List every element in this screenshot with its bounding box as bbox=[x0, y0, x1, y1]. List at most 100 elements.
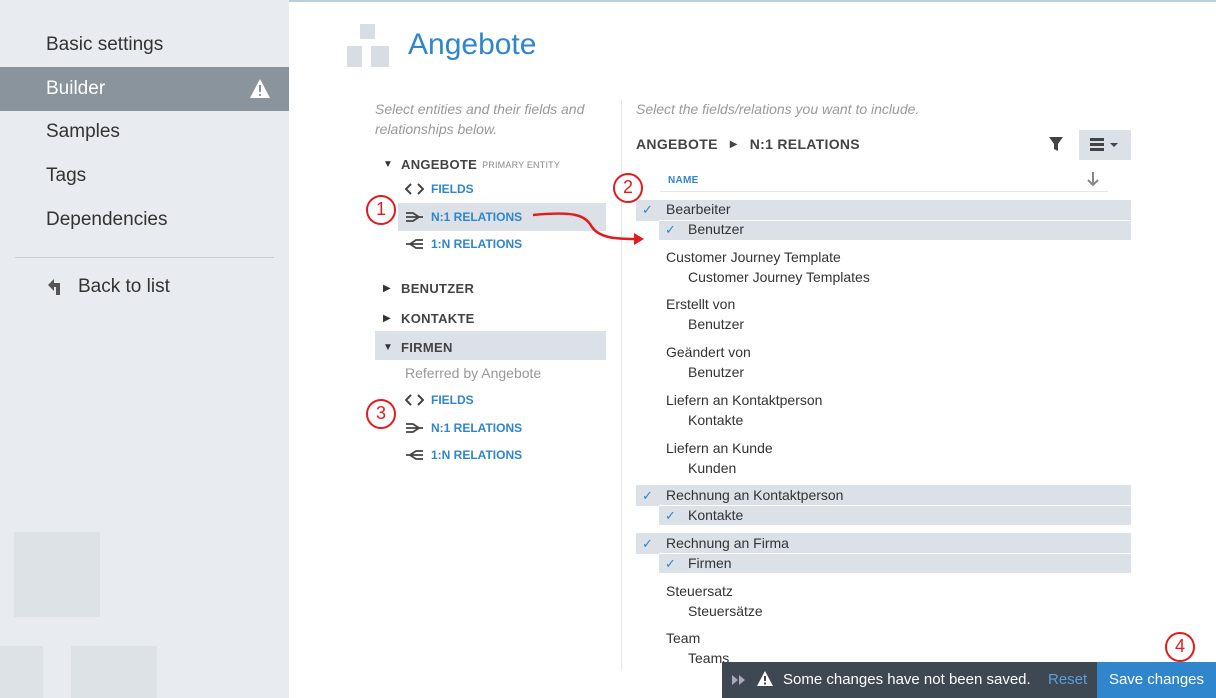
relation-target[interactable]: Benutzer bbox=[688, 364, 744, 380]
sidebar-item-label: Basic settings bbox=[46, 34, 164, 55]
n1-relation-icon bbox=[406, 423, 423, 433]
n1-relation-icon bbox=[406, 212, 423, 222]
angebote-1n-relations-link[interactable]: 1:N RELATIONS bbox=[405, 237, 522, 251]
relation-name: Customer Journey Template bbox=[666, 248, 841, 265]
n1-relations-label: N:1 RELATIONS bbox=[431, 210, 523, 224]
sidebar-item-builder[interactable]: Builder bbox=[0, 67, 289, 111]
checkmark-icon[interactable]: ✓ bbox=[665, 508, 676, 524]
annotation-marker-1: 1 bbox=[366, 195, 396, 225]
column-header-divider bbox=[660, 191, 1108, 192]
relation-target[interactable]: Kontakte bbox=[688, 507, 743, 523]
decorative-square bbox=[0, 646, 43, 698]
fields-label: FIELDS bbox=[431, 182, 474, 196]
relation-target[interactable]: Benutzer bbox=[688, 221, 744, 237]
1n-relations-label: 1:N RELATIONS bbox=[431, 448, 523, 462]
sidebar-item-label: Samples bbox=[46, 121, 120, 142]
breadcrumb-item[interactable]: ANGEBOTE bbox=[636, 136, 718, 152]
breadcrumb: ANGEBOTE ▶ N:1 RELATIONS bbox=[636, 136, 860, 152]
entity-logo-icon bbox=[347, 24, 389, 67]
relation-target[interactable]: Customer Journey Templates bbox=[688, 269, 870, 285]
save-changes-button[interactable]: Save changes bbox=[1097, 662, 1216, 698]
list-view-icon bbox=[1090, 138, 1118, 151]
sort-arrow-icon[interactable] bbox=[1085, 170, 1101, 188]
relation-target[interactable]: Kontakte bbox=[688, 412, 743, 428]
sidebar-item-dependencies[interactable]: Dependencies bbox=[0, 198, 289, 242]
1n-relation-icon bbox=[406, 239, 423, 249]
firmen-1n-relations-link[interactable]: 1:N RELATIONS bbox=[405, 448, 522, 462]
sidebar-divider bbox=[15, 257, 274, 258]
caret-right-icon: ▶ bbox=[383, 313, 391, 324]
reset-button[interactable]: Reset bbox=[1048, 671, 1087, 688]
tree-node-benutzer[interactable]: ▶ BENUTZER bbox=[383, 281, 474, 296]
annotation-marker-3: 3 bbox=[366, 399, 396, 429]
unsaved-changes-bar: Some changes have not been saved. Reset … bbox=[722, 662, 1216, 698]
relation-name: Liefern an Kunde bbox=[666, 439, 773, 456]
angebote-fields-link[interactable]: FIELDS bbox=[405, 182, 474, 196]
relation-target[interactable]: Steuersätze bbox=[688, 603, 763, 619]
checkmark-icon[interactable]: ✓ bbox=[665, 556, 676, 572]
annotation-marker-4: 4 bbox=[1165, 632, 1195, 662]
tree-node-firmen[interactable]: ▼ FIRMEN bbox=[383, 340, 453, 355]
sidebar-item-samples[interactable]: Samples bbox=[0, 110, 289, 154]
tree-node-angebote[interactable]: ▼ ANGEBOTE PRIMARY ENTITY bbox=[383, 157, 560, 172]
angebote-n1-relations-link[interactable]: N:1 RELATIONS bbox=[405, 210, 522, 224]
top-border bbox=[289, 0, 1216, 2]
caret-right-icon: ▶ bbox=[383, 283, 391, 294]
code-icon bbox=[405, 394, 424, 406]
entities-hint: Select entities and their fields and rel… bbox=[375, 101, 585, 137]
fields-label: FIELDS bbox=[431, 393, 474, 407]
entity-name: FIRMEN bbox=[401, 340, 453, 355]
n1-relations-label: N:1 RELATIONS bbox=[431, 421, 523, 435]
sidebar-item-label: Builder bbox=[46, 78, 106, 99]
back-arrow-icon bbox=[48, 279, 60, 295]
decorative-square bbox=[71, 646, 157, 698]
primary-entity-tag: PRIMARY ENTITY bbox=[482, 159, 561, 170]
sidebar-item-basic-settings[interactable]: Basic settings bbox=[0, 23, 289, 67]
fields-hint: Select the fields/relations you want to … bbox=[636, 101, 920, 117]
breadcrumb-item: N:1 RELATIONS bbox=[749, 136, 860, 152]
decorative-square bbox=[14, 532, 100, 617]
relation-target[interactable]: Firmen bbox=[688, 555, 732, 571]
warning-icon bbox=[250, 79, 270, 98]
relation-name: Rechnung an Firma bbox=[666, 534, 789, 551]
sidebar-item-label: Tags bbox=[46, 165, 87, 186]
view-options-button[interactable] bbox=[1079, 130, 1131, 160]
annotation-arrow bbox=[532, 212, 644, 245]
checkmark-icon[interactable]: ✓ bbox=[642, 536, 653, 552]
relation-name: Rechnung an Kontaktperson bbox=[666, 487, 844, 504]
collapse-arrows-icon[interactable] bbox=[730, 671, 748, 689]
firmen-n1-relations-link[interactable]: N:1 RELATIONS bbox=[405, 421, 522, 435]
relation-name: Team bbox=[666, 630, 701, 647]
sidebar-item-label: Dependencies bbox=[46, 209, 168, 230]
filter-icon[interactable] bbox=[1046, 134, 1066, 154]
relation-name: Erstellt von bbox=[666, 296, 736, 313]
relation-target[interactable]: Benutzer bbox=[688, 316, 744, 332]
tree-node-kontakte[interactable]: ▶ KONTAKTE bbox=[383, 311, 475, 326]
column-header-name[interactable]: NAME bbox=[668, 175, 699, 186]
relation-name: Geändert von bbox=[666, 344, 751, 361]
1n-relation-icon bbox=[406, 450, 423, 460]
entity-name: BENUTZER bbox=[401, 281, 475, 296]
checkmark-icon[interactable]: ✓ bbox=[642, 488, 653, 504]
referred-by-text: Referred by Angebote bbox=[405, 365, 542, 381]
1n-relations-label: 1:N RELATIONS bbox=[431, 237, 523, 251]
sidebar: Basic settings Builder Samples Tags Depe… bbox=[0, 0, 289, 698]
back-to-list-label: Back to list bbox=[78, 276, 170, 297]
annotation-marker-2: 2 bbox=[613, 173, 643, 203]
checkmark-icon[interactable]: ✓ bbox=[665, 222, 676, 238]
relation-name: Bearbeiter bbox=[666, 201, 731, 217]
caret-down-icon: ▼ bbox=[383, 159, 394, 170]
relation-name: Steuersatz bbox=[666, 582, 733, 599]
warning-icon bbox=[757, 671, 773, 686]
entity-name: ANGEBOTE bbox=[401, 157, 478, 172]
caret-down-icon: ▼ bbox=[383, 342, 394, 353]
relation-name: Liefern an Kontaktperson bbox=[666, 391, 823, 408]
relation-target[interactable]: Kunden bbox=[688, 460, 736, 476]
breadcrumb-separator-icon: ▶ bbox=[729, 138, 738, 150]
page-title: Angebote bbox=[408, 28, 537, 61]
back-to-list-link[interactable]: Back to list bbox=[46, 276, 170, 298]
firmen-fields-link[interactable]: FIELDS bbox=[405, 393, 474, 407]
unsaved-message: Some changes have not been saved. bbox=[783, 671, 1031, 688]
sidebar-item-tags[interactable]: Tags bbox=[0, 154, 289, 198]
code-icon bbox=[405, 183, 424, 195]
